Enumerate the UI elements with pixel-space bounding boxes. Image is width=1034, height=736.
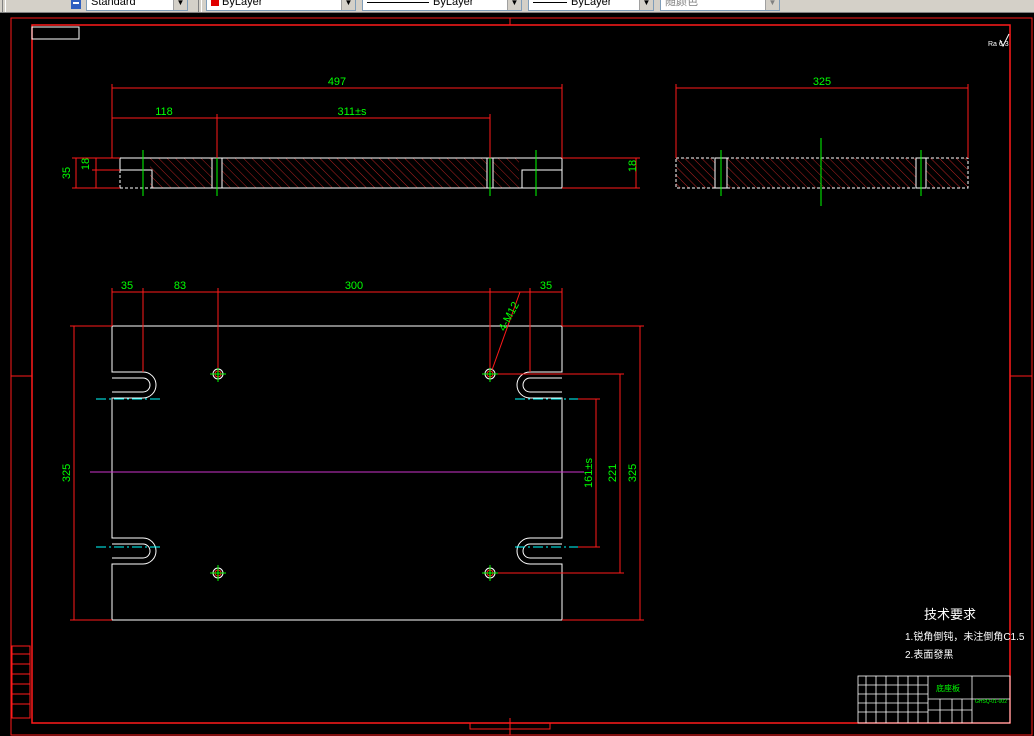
dim-hole-span: 311±s — [337, 106, 367, 118]
top-view — [119, 150, 563, 196]
dim-hole-pitch: 300 — [345, 280, 363, 292]
color-select[interactable]: ByLayer ▼ — [206, 0, 356, 11]
dim-hole-pitch-v: 221 — [607, 464, 619, 482]
linetype-preview — [367, 1, 429, 3]
chevron-down-icon: ▼ — [765, 0, 779, 10]
title-drawing-number: GHSQ-01-002 — [975, 699, 1007, 705]
plot-style-value: 随颜色 — [665, 0, 698, 8]
lineweight-value: ByLayer — [571, 0, 612, 8]
title-part-name: 底座板 — [936, 683, 960, 693]
tech-line-1: 1.锐角倒钝，未注倒角C1.5 — [905, 630, 1025, 643]
chevron-down-icon: ▼ — [173, 0, 187, 10]
dim-overall-length: 497 — [328, 76, 346, 88]
plan-view-hole-marks — [210, 366, 498, 581]
side-view-dimensions — [675, 84, 969, 158]
dim-height-step: 18 — [80, 158, 92, 170]
tech-line-2: 2.表面發黑 — [905, 648, 953, 661]
plan-view-dimensions — [70, 288, 644, 621]
dim-edge-left: 35 — [121, 280, 133, 292]
dim-hole-offset: 83 — [174, 280, 186, 292]
dim-side-width: 325 — [813, 76, 831, 88]
tech-title: 技术要求 — [924, 607, 976, 622]
text-style-value: Standard — [91, 0, 136, 8]
linetype-value: ByLayer — [433, 0, 474, 8]
drawing-canvas[interactable]: Ra 6.3 497 118 311±s 35 18 18 325 35 83 … — [0, 13, 1034, 736]
tech-requirements: 技术要求 1.锐角倒钝，未注倒角C1.5 2.表面發黑 — [905, 607, 1025, 661]
thread-callout: 4-M12 — [497, 300, 522, 333]
roughness-text: Ra 6.3 — [988, 41, 1009, 48]
dim-edge-right: 35 — [540, 280, 552, 292]
drawing-frame — [10, 17, 1033, 736]
dim-height-right: 325 — [627, 464, 639, 482]
chevron-down-icon: ▼ — [341, 0, 355, 10]
surface-roughness-symbol: Ra 6.3 — [988, 33, 1010, 48]
text-style-icon[interactable] — [70, 0, 82, 10]
properties-toolbar: Standard ▼ ByLayer ▼ ByLayer ▼ ByLayer ▼… — [0, 0, 1034, 13]
toolbar-separator — [198, 0, 202, 12]
side-view — [675, 138, 969, 206]
dim-right-thickness: 18 — [627, 160, 639, 172]
plan-view-centerlines — [96, 398, 578, 548]
dim-slot-pitch: 161±s — [583, 458, 595, 488]
linetype-select[interactable]: ByLayer ▼ — [362, 0, 522, 11]
plot-style-select[interactable]: 随颜色 ▼ — [660, 0, 780, 11]
dim-height-left: 325 — [61, 464, 73, 482]
dim-height-total: 35 — [61, 167, 73, 179]
dim-left-segment: 118 — [155, 106, 173, 118]
chevron-down-icon: ▼ — [507, 0, 521, 10]
plan-view-dim-text: 35 83 300 35 4-M12 325 161±s 221 325 — [61, 280, 639, 488]
toolbar-separator — [2, 0, 6, 12]
chevron-down-icon: ▼ — [639, 0, 653, 10]
text-style-select[interactable]: Standard ▼ — [86, 0, 188, 11]
left-tabs — [11, 645, 31, 719]
lineweight-select[interactable]: ByLayer ▼ — [528, 0, 654, 11]
color-swatch — [211, 0, 219, 7]
lineweight-preview — [533, 1, 567, 3]
plan-view — [111, 325, 563, 621]
color-value: ByLayer — [222, 0, 263, 8]
